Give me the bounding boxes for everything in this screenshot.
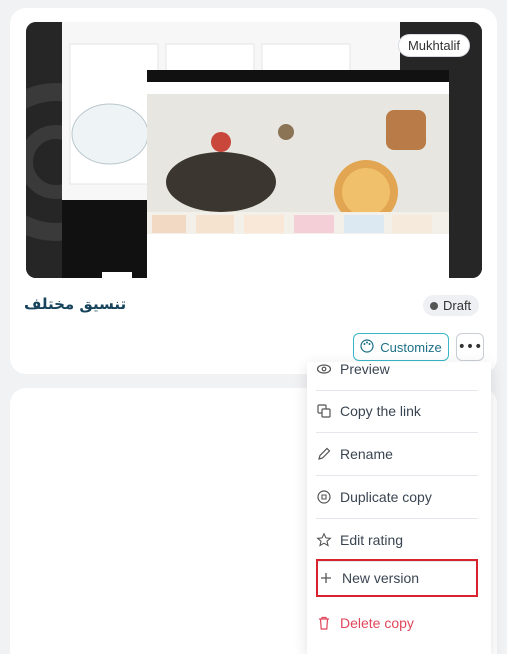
menu-item-delete[interactable]: Delete copy [316,602,478,644]
copy-icon [316,403,332,419]
theme-name-badge: Mukhtalif [397,34,470,57]
menu-item-label: Duplicate copy [340,489,432,505]
menu-item-label: Preview [340,361,390,377]
plus-icon [318,570,334,586]
status-label: Draft [443,298,472,313]
star-icon [316,532,332,548]
theme-title: تنسيق مختلف [24,295,127,313]
eye-icon [316,361,332,377]
menu-item-label: New version [342,570,420,586]
trash-icon [316,615,332,631]
menu-item-label: Rename [340,446,393,462]
menu-item-label: Copy the link [340,403,421,419]
menu-item-label: Edit rating [340,532,404,548]
duplicate-icon [316,489,332,505]
menu-item-rename[interactable]: Rename [316,433,478,476]
status-badge: Draft [423,295,480,316]
menu-item-copy-link[interactable]: Copy the link [316,390,478,433]
menu-item-new-version[interactable]: New version [316,559,478,597]
theme-card: Mukhtalif Draft تنسيق مختلف Customize ••… [10,8,497,374]
status-dot-icon [430,301,438,310]
menu-item-preview[interactable]: Preview [316,348,478,391]
preview-illustration [26,22,482,278]
menu-item-edit-rating[interactable]: Edit rating [316,519,478,562]
pencil-icon [316,446,332,462]
menu-item-label: Delete copy [340,615,414,631]
theme-preview[interactable]: Mukhtalif [26,22,482,278]
menu-item-duplicate[interactable]: Duplicate copy [316,476,478,519]
context-menu: Preview Copy the link Rename Duplicate c… [307,361,491,654]
